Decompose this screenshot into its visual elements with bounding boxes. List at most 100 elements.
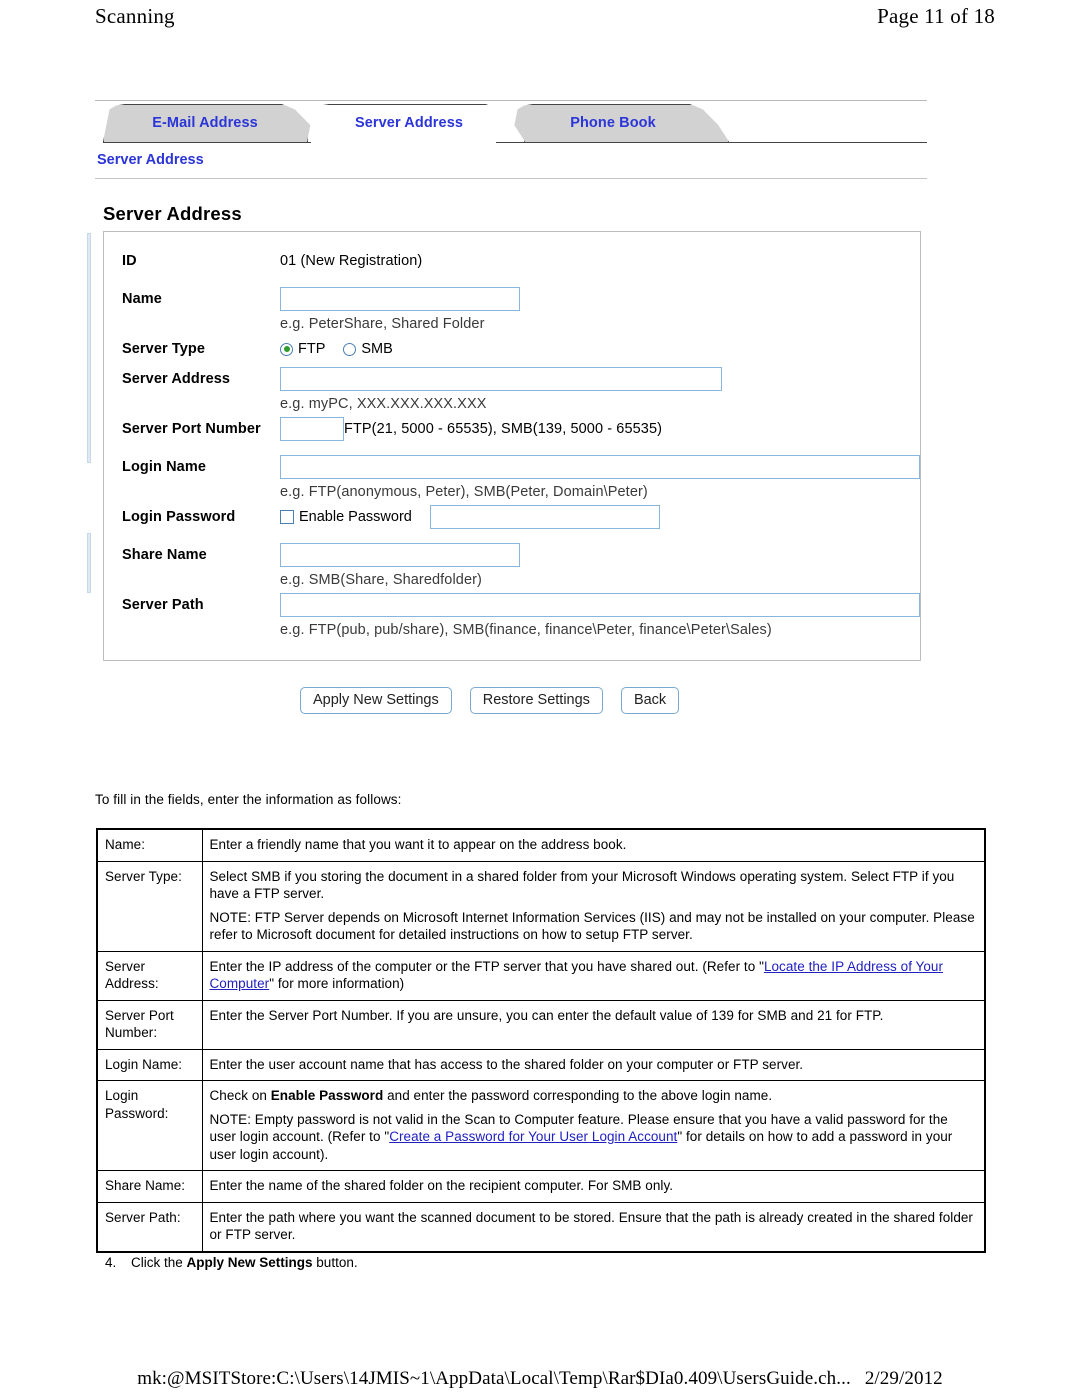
table-cell-description: Enter the user account name that has acc… bbox=[201, 1048, 986, 1081]
table-cell-key: Share Name: bbox=[96, 1170, 203, 1203]
step-4-pre: Click the bbox=[131, 1255, 187, 1270]
description-paragraph: Enter the name of the shared folder on t… bbox=[209, 1178, 674, 1193]
server-address-panel-wrap: Server Address ID 01 (New Registration) … bbox=[87, 203, 1015, 714]
label-login-password: Login Password bbox=[122, 509, 236, 525]
footer-path: mk:@MSITStore:C:\Users\14JMIS~1\AppData\… bbox=[137, 1368, 851, 1389]
label-name: Name bbox=[122, 291, 162, 307]
hint-server-path: e.g. FTP(pub, pub/share), SMB(finance, f… bbox=[280, 622, 772, 638]
description-paragraph: NOTE: FTP Server depends on Microsoft In… bbox=[209, 909, 975, 943]
table-cell-key: Login Name: bbox=[96, 1048, 203, 1081]
page-header-title: Scanning bbox=[95, 4, 175, 28]
label-login-name: Login Name bbox=[122, 459, 206, 475]
top-divider bbox=[95, 100, 927, 101]
label-id: ID bbox=[122, 253, 137, 269]
login-name-input[interactable] bbox=[280, 455, 920, 479]
footer-date: 2/29/2012 bbox=[864, 1368, 943, 1389]
label-server-type: Server Type bbox=[122, 341, 206, 357]
back-button[interactable]: Back bbox=[620, 687, 680, 714]
step-4: 4. Click the Apply New Settings button. bbox=[105, 1255, 358, 1270]
tab-phone-book-label: Phone Book bbox=[570, 115, 656, 131]
description-paragraph: Check on Enable Password and enter the p… bbox=[209, 1088, 773, 1103]
field-row-server-port-number: Server Port Number FTP(21, 5000 - 65535)… bbox=[104, 414, 920, 444]
hint-share-name: e.g. SMB(Share, Sharedfolder) bbox=[280, 572, 482, 588]
apply-new-settings-button[interactable]: Apply New Settings bbox=[300, 687, 452, 714]
field-row-server-address: Server Address bbox=[104, 364, 920, 394]
table-row: Server Path: Enter the path where you wan… bbox=[96, 1201, 986, 1252]
step-4-bold: Apply New Settings bbox=[186, 1255, 313, 1270]
cross-reference-link[interactable]: Create a Password for Your User Login Ac… bbox=[389, 1129, 677, 1144]
tab-bar-baseline bbox=[103, 142, 927, 143]
label-server-address: Server Address bbox=[122, 371, 231, 387]
description-paragraph: Select SMB if you storing the document i… bbox=[209, 868, 955, 902]
enable-password-checkbox[interactable]: Enable Password bbox=[280, 509, 412, 525]
breadcrumb-divider bbox=[95, 178, 927, 179]
hint-login-name: e.g. FTP(anonymous, Peter), SMB(Peter, D… bbox=[280, 484, 648, 500]
radio-ftp[interactable]: FTP bbox=[280, 341, 325, 357]
emphasis-text: Enable Password bbox=[270, 1088, 384, 1103]
checkbox-icon bbox=[280, 510, 294, 524]
label-server-path: Server Path bbox=[122, 597, 204, 613]
tab-bar: E-Mail Address Server Address Phone Book bbox=[95, 104, 1015, 144]
table-cell-description: Enter the name of the shared folder on t… bbox=[201, 1170, 986, 1203]
server-path-input[interactable] bbox=[280, 593, 920, 617]
tab-server-address[interactable]: Server Address bbox=[307, 104, 525, 142]
restore-settings-button[interactable]: Restore Settings bbox=[469, 687, 603, 714]
description-paragraph: Enter a friendly name that you want it t… bbox=[209, 837, 627, 852]
page-number: Page 11 of 18 bbox=[877, 4, 995, 28]
radio-smb[interactable]: SMB bbox=[343, 341, 393, 357]
field-row-server-type: Server Type FTP SMB bbox=[104, 334, 920, 364]
table-row: Name: Enter a friendly name that you want… bbox=[96, 828, 986, 862]
tab-email-address[interactable]: E-Mail Address bbox=[103, 104, 321, 142]
table-cell-key: Server Path: bbox=[96, 1201, 203, 1252]
step-4-post: button. bbox=[312, 1255, 358, 1270]
page-header: Scanning Page 11 of 18 bbox=[95, 4, 995, 29]
breadcrumb: Server Address bbox=[97, 152, 204, 168]
tab-server-address-label: Server Address bbox=[354, 115, 464, 131]
hint-server-address: e.g. myPC, XXX.XXX.XXX.XXX bbox=[280, 396, 487, 412]
step-4-number: 4. bbox=[105, 1255, 117, 1270]
table-cell-description: Enter the IP address of the computer or … bbox=[201, 950, 986, 1001]
radio-smb-label: SMB bbox=[361, 341, 393, 357]
hint-name: e.g. PeterShare, Shared Folder bbox=[280, 316, 485, 332]
table-cell-key: Name: bbox=[96, 828, 203, 862]
field-description-table: Name: Enter a friendly name that you want… bbox=[96, 828, 986, 1253]
panel-title: Server Address bbox=[103, 203, 242, 224]
tab-email-address-label: E-Mail Address bbox=[152, 115, 258, 131]
table-row: Login Password: Check on Enable Password … bbox=[96, 1080, 986, 1171]
description-paragraph: Enter the IP address of the computer or … bbox=[209, 958, 944, 992]
radio-ftp-icon bbox=[280, 342, 293, 356]
table-row: Share Name: Enter the name of the shared … bbox=[96, 1170, 986, 1203]
table-cell-key: Server Type: bbox=[96, 860, 203, 952]
table-cell-description: Enter a friendly name that you want it t… bbox=[201, 828, 986, 862]
description-paragraph: Enter the user account name that has acc… bbox=[209, 1056, 804, 1072]
field-row-share-name: Share Name bbox=[104, 540, 920, 570]
active-tab-notch bbox=[311, 141, 496, 144]
table-cell-key: Server Port Number: bbox=[96, 999, 203, 1050]
enable-password-label: Enable Password bbox=[299, 509, 412, 525]
table-cell-description: Select SMB if you storing the document i… bbox=[201, 860, 986, 952]
cross-reference-link[interactable]: Locate the IP Address of Your Computer bbox=[210, 959, 944, 992]
field-row-login-password: Login Password Enable Password bbox=[104, 502, 920, 532]
radio-ftp-label: FTP bbox=[298, 341, 326, 357]
description-paragraph: Enter the path where you want the scanne… bbox=[209, 1209, 973, 1243]
table-row: Server Port Number: Enter the Server Port… bbox=[96, 999, 986, 1050]
table-row: Server Address: Enter the IP address of t… bbox=[96, 950, 986, 1001]
description-paragraph: NOTE: Empty password is not valid in the… bbox=[209, 1111, 953, 1162]
server-port-number-input[interactable] bbox=[280, 417, 344, 441]
field-row-login-name: Login Name bbox=[104, 452, 920, 482]
server-address-form: ID 01 (New Registration) Name e.g. Peter… bbox=[103, 231, 921, 661]
left-scroll-sliver-bottom bbox=[87, 533, 91, 593]
share-name-input[interactable] bbox=[280, 543, 520, 567]
server-address-input[interactable] bbox=[280, 367, 722, 391]
table-row: Login Name: Enter the user account name t… bbox=[96, 1048, 986, 1081]
name-input[interactable] bbox=[280, 287, 520, 311]
password-input[interactable] bbox=[429, 505, 660, 529]
label-server-port-number: Server Port Number bbox=[122, 421, 261, 437]
step-4-text: Click the Apply New Settings button. bbox=[131, 1255, 358, 1270]
hint-server-port-number: FTP(21, 5000 - 65535), SMB(139, 5000 - 6… bbox=[344, 421, 663, 437]
description-paragraph: Enter the Server Port Number. If you are… bbox=[209, 1007, 884, 1023]
document-footer: mk:@MSITStore:C:\Users\14JMIS~1\AppData\… bbox=[0, 1368, 1080, 1390]
label-share-name: Share Name bbox=[122, 547, 207, 563]
tab-phone-book[interactable]: Phone Book bbox=[511, 104, 729, 142]
embedded-screenshot: E-Mail Address Server Address Phone Book… bbox=[87, 100, 1015, 714]
